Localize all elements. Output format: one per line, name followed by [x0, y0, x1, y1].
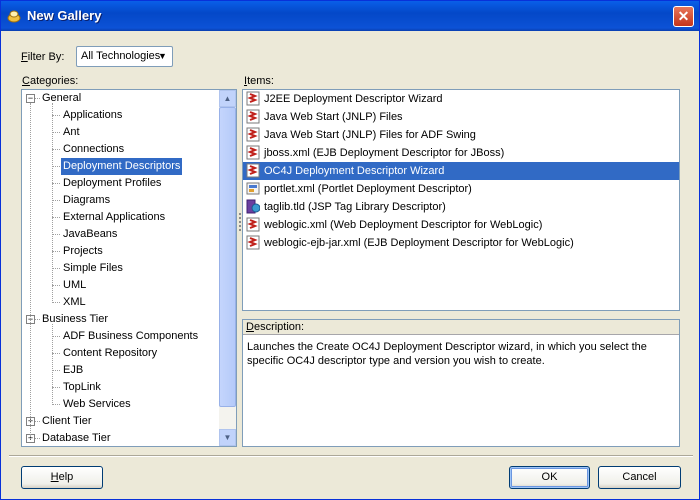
panel-splitter[interactable]: [239, 213, 241, 233]
gallery-item-label: OC4J Deployment Descriptor Wizard: [264, 165, 445, 177]
wizard-icon: [246, 127, 260, 142]
tree-node-label: Deployment Profiles: [63, 177, 162, 189]
tree-connector: [52, 149, 60, 150]
items-list: J2EE Deployment Descriptor Wizard Java We…: [242, 89, 680, 311]
categories-label: Categories:: [22, 75, 79, 87]
tree-connector: [52, 234, 60, 235]
description-panel: Description: Launches the Create OC4J De…: [242, 319, 680, 447]
tree-connector: [52, 404, 60, 405]
tree-node-label: EJB: [63, 364, 84, 376]
tree-connector: [52, 387, 60, 388]
tree-node-label: Applications: [63, 109, 123, 121]
tree-node-label: Simple Files: [63, 262, 123, 274]
gallery-item-label: Java Web Start (JNLP) Files: [264, 111, 403, 123]
wizard-icon: [246, 217, 260, 232]
filter-value: All Technologies: [81, 50, 161, 62]
tree-connector: [52, 183, 60, 184]
tree-node-label: Ant: [63, 126, 80, 138]
tree-connector: [52, 132, 60, 133]
scroll-down-button[interactable]: ▼: [219, 429, 236, 446]
tree-connector: [52, 370, 60, 371]
tree-node-label: General: [42, 92, 82, 104]
gallery-item[interactable]: Java Web Start (JNLP) Files for ADF Swin…: [243, 126, 679, 144]
taglib-icon: [246, 199, 260, 214]
tree-connector: [52, 302, 60, 303]
tree-node-label: Deployment Descriptors: [61, 158, 183, 175]
tree-connector: [52, 268, 60, 269]
tree-node-label: Web Services: [63, 398, 131, 410]
button-separator: [9, 455, 693, 457]
tree-node-label: Projects: [63, 245, 103, 257]
close-button[interactable]: ✕: [673, 6, 694, 27]
tree-node-label: Client Tier: [42, 415, 92, 427]
gallery-item[interactable]: taglib.tld (JSP Tag Library Descriptor): [243, 198, 679, 216]
portlet-icon: [246, 182, 260, 195]
tree-connector: [52, 353, 60, 354]
gallery-item[interactable]: J2EE Deployment Descriptor Wizard: [243, 90, 679, 108]
wizard-icon: [246, 163, 260, 178]
collapse-icon[interactable]: −: [26, 94, 35, 103]
tree-node-label: Business Tier: [42, 313, 109, 325]
tree-connector: [52, 285, 60, 286]
grip-icon: [239, 213, 241, 231]
gallery-icon: [7, 10, 21, 23]
tree-node-label: XML: [63, 296, 86, 308]
tree-guide-line: [52, 103, 53, 303]
gallery-item[interactable]: weblogic-ejb-jar.xml (EJB Deployment Des…: [243, 234, 679, 252]
wizard-icon: [246, 235, 260, 250]
wizard-icon: [246, 145, 260, 160]
tree-connector: [52, 217, 60, 218]
categories-scrollbar[interactable]: ▲ ▼: [219, 90, 236, 446]
tree-node-label: ADF Business Components: [63, 330, 199, 342]
tree-node-label: Content Repository: [63, 347, 158, 359]
chevron-down-icon: ▼: [158, 51, 167, 61]
gallery-item[interactable]: jboss.xml (EJB Deployment Descriptor for…: [243, 144, 679, 162]
gallery-item-label: weblogic-ejb-jar.xml (EJB Deployment Des…: [264, 237, 574, 249]
tree-node-label: TopLink: [63, 381, 101, 393]
window-title: New Gallery: [27, 8, 102, 23]
tree-group-node[interactable]: + Client Tier: [22, 413, 220, 430]
tree-connector: [52, 115, 60, 116]
cancel-button[interactable]: Cancel: [598, 466, 681, 489]
tree-node-label: Connections: [63, 143, 125, 155]
tree-connector: [52, 336, 60, 337]
scroll-thumb[interactable]: [219, 107, 236, 407]
gallery-item-label: jboss.xml (EJB Deployment Descriptor for…: [264, 147, 505, 159]
categories-tree-panel: − General Applications Ant Connections Deploy…: [21, 89, 237, 447]
gallery-item[interactable]: Java Web Start (JNLP) Files: [243, 108, 679, 126]
gallery-item-label: Java Web Start (JNLP) Files for ADF Swin…: [264, 129, 476, 141]
items-label: Items:: [244, 75, 274, 87]
gallery-item[interactable]: OC4J Deployment Descriptor Wizard: [243, 162, 679, 180]
filter-label: Filter By:: [21, 51, 65, 63]
gallery-item-label: J2EE Deployment Descriptor Wizard: [264, 93, 443, 105]
gallery-item[interactable]: portlet.xml (Portlet Deployment Descript…: [243, 180, 679, 198]
gallery-item-label: portlet.xml (Portlet Deployment Descript…: [264, 183, 472, 195]
tree-group-node[interactable]: + Database Tier: [22, 430, 220, 446]
title-bar[interactable]: New Gallery ✕: [1, 1, 699, 31]
tree-node-label: UML: [63, 279, 87, 291]
description-label: Description:: [243, 320, 679, 335]
help-button[interactable]: Help: [21, 466, 103, 489]
gallery-item-label: taglib.tld (JSP Tag Library Descriptor): [264, 201, 446, 213]
tree-node-label: JavaBeans: [63, 228, 118, 240]
tree-guide-line: [52, 324, 53, 405]
scroll-up-button[interactable]: ▲: [219, 90, 236, 107]
tree-node-label: Diagrams: [63, 194, 111, 206]
new-gallery-dialog: New Gallery ✕ Filter By: All Technologie…: [0, 0, 700, 500]
tree-connector: [52, 166, 60, 167]
tree-connector: [52, 200, 60, 201]
tree-node-label: External Applications: [63, 211, 166, 223]
tree-connector: [52, 251, 60, 252]
wizard-icon: [246, 91, 260, 106]
tree-guide-line: [30, 103, 31, 439]
wizard-icon: [246, 109, 260, 124]
categories-tree: − General Applications Ant Connections Deploy…: [22, 90, 220, 446]
tree-node-label: Database Tier: [42, 432, 111, 444]
ok-button[interactable]: OK: [509, 466, 590, 489]
description-text: Launches the Create OC4J Deployment Desc…: [247, 341, 647, 367]
filter-dropdown[interactable]: All Technologies ▼: [76, 46, 173, 67]
gallery-item[interactable]: weblogic.xml (Web Deployment Descriptor …: [243, 216, 679, 234]
gallery-item-label: weblogic.xml (Web Deployment Descriptor …: [264, 219, 543, 231]
